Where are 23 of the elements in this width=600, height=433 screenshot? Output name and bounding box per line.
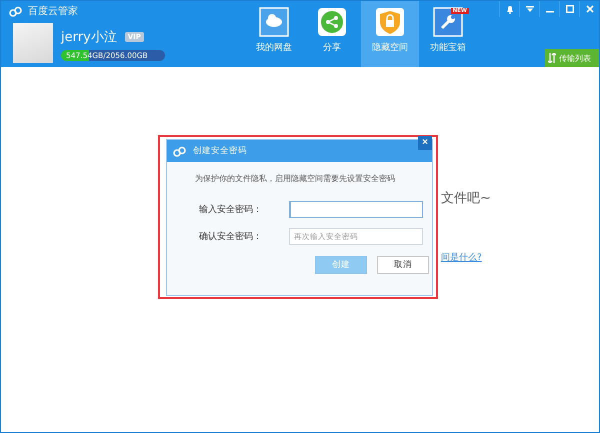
lock-shield-icon [375, 7, 405, 37]
logo-icon [9, 6, 23, 16]
create-button[interactable]: 创建 [315, 256, 367, 274]
logo-icon [173, 146, 187, 156]
transfer-list-button[interactable]: 传输列表 [545, 49, 599, 67]
user-name: jerry小泣 [61, 29, 117, 46]
dialog-description: 为保护你的文件隐私，启用隐藏空间需要先设置安全密码 [195, 173, 396, 184]
dialog-title: 创建安全密码 [193, 145, 247, 157]
hint-text: 文件吧~ [441, 190, 491, 207]
close-button[interactable]: × [418, 136, 432, 150]
nav-tab[interactable]: 分享 [303, 1, 361, 67]
transfer-icon [548, 53, 556, 63]
avatar-placeholder [13, 23, 53, 63]
app-title: 百度云管家 [28, 4, 78, 18]
cloud-icon [259, 7, 289, 37]
help-link[interactable]: 间是什么? [441, 251, 482, 264]
password-field[interactable] [289, 201, 423, 218]
nav-tab[interactable]: 我的网盘 [245, 1, 303, 67]
field-label: 输入安全密码： [198, 204, 263, 216]
field-label: 确认安全密码： [198, 230, 263, 243]
share-icon [317, 7, 347, 37]
nav-tab[interactable]: 隐藏空间 [361, 1, 419, 67]
cancel-button[interactable]: 取消 [377, 256, 429, 274]
